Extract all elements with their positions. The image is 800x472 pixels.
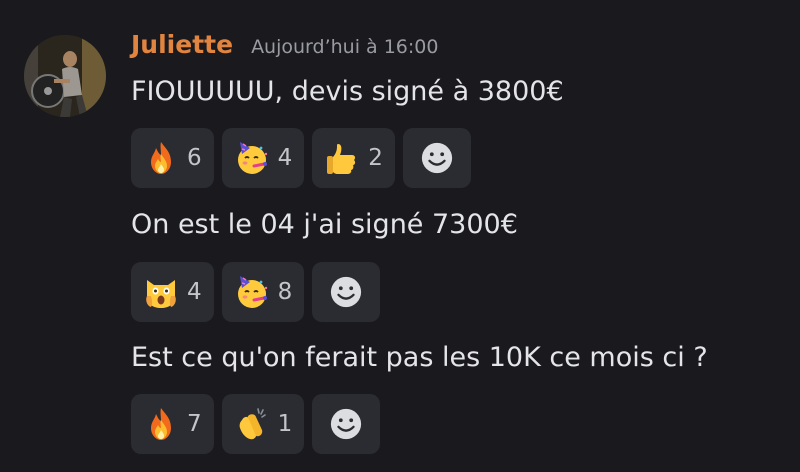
reaction-partying-face[interactable]: 4 <box>221 128 305 188</box>
chat-message-group: Juliette Aujourd’hui à 16:00 FIOUUUUU, d… <box>0 0 800 472</box>
smiley-add-reaction-icon <box>331 408 362 440</box>
add-reaction-button[interactable] <box>312 394 381 454</box>
partying-face-emoji-icon <box>237 276 267 308</box>
clapping-hands-emoji-icon <box>239 408 266 440</box>
message-text: On est le 04 j'ai signé 7300€ <box>131 209 518 240</box>
reaction-bar: 6 4 2 <box>131 128 471 188</box>
message-header: Juliette Aujourd’hui à 16:00 <box>131 30 438 59</box>
reaction-fire[interactable]: 7 <box>131 394 214 454</box>
reaction-count: 6 <box>187 145 202 171</box>
fire-emoji-icon <box>151 408 171 440</box>
reaction-bar: 4 8 <box>131 262 381 322</box>
screaming-cat-emoji-icon <box>146 280 176 308</box>
fire-emoji-icon <box>151 142 171 174</box>
reaction-count: 8 <box>277 279 293 305</box>
add-reaction-button[interactable] <box>402 128 471 188</box>
reaction-clapping-hands[interactable]: 1 <box>221 394 305 454</box>
reaction-count: 4 <box>277 145 293 171</box>
author-name[interactable]: Juliette <box>131 30 233 59</box>
reaction-thumbs-up[interactable]: 2 <box>312 128 395 188</box>
timestamp[interactable]: Aujourd’hui à 16:00 <box>251 36 438 58</box>
message-text: Est ce qu'on ferait pas les 10K ce mois … <box>131 342 708 373</box>
smiley-add-reaction-icon <box>331 276 362 308</box>
reaction-count: 7 <box>187 411 202 437</box>
partying-face-emoji-icon <box>237 142 267 174</box>
smiley-add-reaction-icon <box>421 142 453 174</box>
reaction-count: 2 <box>368 145 383 171</box>
thumbs-up-emoji-icon <box>327 144 356 174</box>
reaction-partying-face[interactable]: 8 <box>221 262 305 322</box>
reaction-fire[interactable]: 6 <box>131 128 214 188</box>
reaction-bar: 7 1 <box>131 394 381 454</box>
avatar[interactable] <box>24 35 106 117</box>
add-reaction-button[interactable] <box>312 262 381 322</box>
reaction-count: 1 <box>277 411 293 437</box>
reaction-count: 4 <box>187 279 202 305</box>
message-text: FIOUUUUU, devis signé à 3800€ <box>131 76 564 107</box>
reaction-screaming-cat[interactable]: 4 <box>131 262 214 322</box>
